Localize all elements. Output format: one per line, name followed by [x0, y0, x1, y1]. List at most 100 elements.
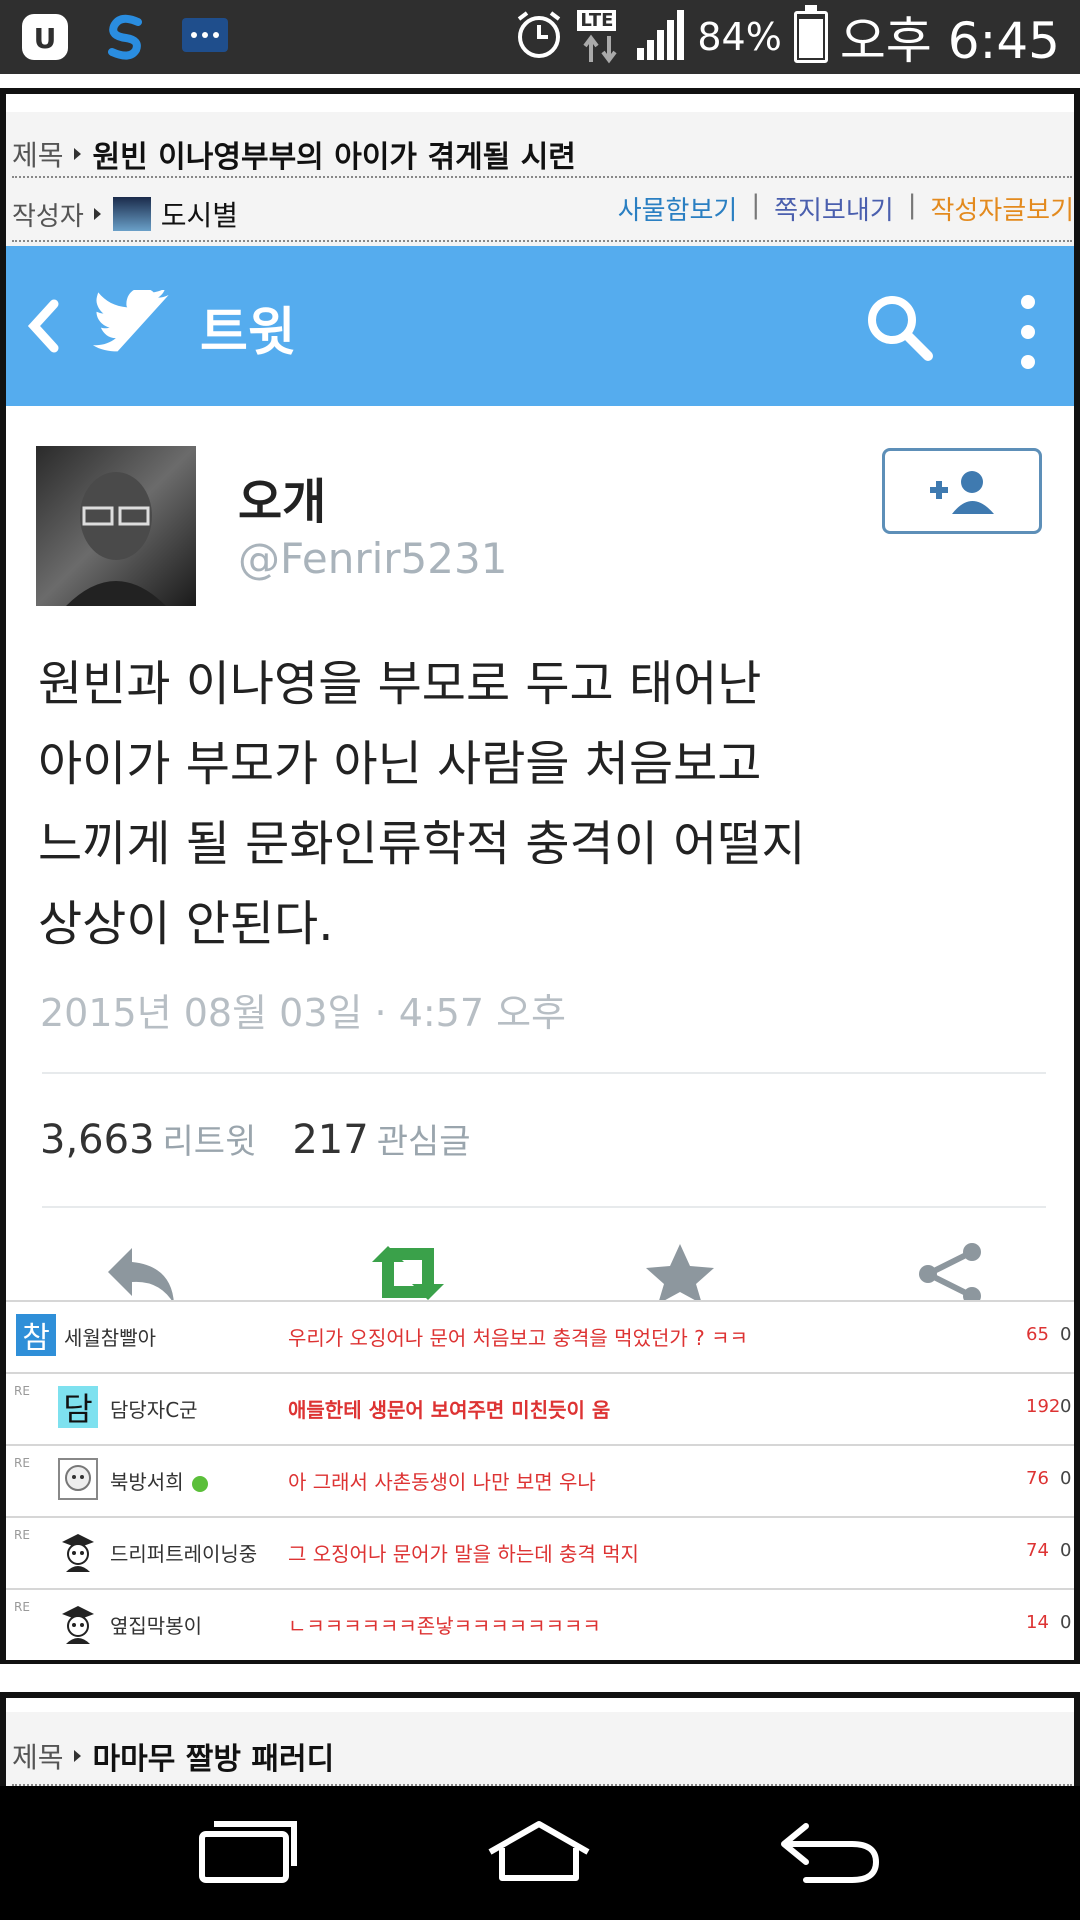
comment-text: 아 그래서 사촌동생이 나만 보면 우나 [288, 1470, 596, 1494]
twitter-header: 트윗 [6, 246, 1074, 406]
user-avatar[interactable] [36, 446, 196, 606]
alarm-icon [513, 9, 565, 65]
author-links: 사물함보기 | 쪽지보내기 | 작성자글보기 [618, 190, 1074, 227]
post-card: 제목 원빈 이나영부부의 아이가 겪게될 시련 작성자 도시별 사물함보기 | … [0, 88, 1080, 1664]
commenter-nickname[interactable]: 세월참빨아 [64, 1322, 156, 1351]
comment-text: 우리가 오징어나 문어 처음보고 충격을 먹었던가 ? ㅋㅋ [288, 1326, 748, 1350]
tweet-stats: 3,663 리트윗 217 관심글 [40, 1114, 499, 1163]
comment-zero: 0 [1060, 1396, 1072, 1417]
search-icon[interactable] [864, 292, 934, 362]
comment-count: 65 [1026, 1324, 1049, 1345]
comment-count: 14 [1026, 1612, 1049, 1633]
locker-link[interactable]: 사물함보기 [618, 190, 738, 227]
uplus-app-icon: U [18, 10, 72, 64]
divider [42, 1206, 1046, 1208]
author-avatar [112, 197, 151, 231]
author-posts-link[interactable]: 작성자글보기 [930, 190, 1074, 227]
skype-icon [98, 10, 152, 64]
user-display-name[interactable]: 오개 [238, 462, 326, 532]
comment-zero: 0 [1060, 1468, 1072, 1489]
commenter-avatar [58, 1458, 98, 1500]
message-icon [178, 10, 232, 64]
retweet-icon[interactable] [368, 1242, 448, 1304]
tweet-text: 원빈과 이나영을 부모로 두고 태어난 아이가 부모가 아닌 사람을 처음보고 … [38, 644, 1038, 964]
comment-count: 74 [1026, 1540, 1049, 1561]
comment-row: 참 세월참빨아 우리가 오징어나 문어 처음보고 충격을 먹었던가 ? ㅋㅋ 6… [6, 1300, 1074, 1372]
reply-marker: RE [14, 1600, 30, 1614]
author-label: 작성자 [12, 201, 84, 232]
comment-zero: 0 [1060, 1540, 1072, 1561]
add-user-icon [930, 471, 994, 514]
share-icon[interactable] [912, 1242, 992, 1304]
comment-row: RE 드리퍼트레이닝중 그 오징어나 문어가 말을 하는데 충격 먹지 74 0 [6, 1516, 1074, 1588]
link-separator: | [751, 190, 761, 220]
commenter-nickname[interactable]: 북방서희 [110, 1466, 208, 1495]
lte-icon: LTE [577, 10, 623, 64]
star-icon[interactable] [640, 1242, 720, 1304]
more-options-icon[interactable] [1016, 292, 1040, 372]
title-label: 제목 [12, 1741, 64, 1774]
comment-count: 192 [1026, 1396, 1061, 1417]
arrow-right-icon [73, 1750, 81, 1762]
back-nav-icon[interactable] [776, 1816, 886, 1886]
battery-fill [798, 19, 823, 58]
battery-icon [793, 5, 828, 63]
divider [42, 1072, 1046, 1074]
commenter-nickname[interactable]: 드리퍼트레이닝중 [110, 1538, 257, 1567]
commenter-avatar: 참 [16, 1314, 56, 1356]
clock: 오후 6:45 [839, 12, 1060, 70]
like-count[interactable]: 217 [292, 1117, 368, 1163]
title-label: 제목 [12, 139, 64, 172]
tweet-line: 아이가 부모가 아닌 사람을 처음보고 [38, 736, 762, 792]
retweet-count[interactable]: 3,663 [40, 1117, 155, 1163]
comment-text: ㄴㅋㅋㅋㅋㅋㅋ존낳ㅋㅋㅋㅋㅋㅋㅋㅋ [288, 1614, 601, 1638]
svg-text:U: U [34, 22, 57, 55]
comment-row: RE 북방서희 아 그래서 사촌동생이 나만 보면 우나 76 0 [6, 1444, 1074, 1516]
reply-marker: RE [14, 1456, 30, 1470]
recent-apps-icon[interactable] [194, 1816, 304, 1886]
comment-row: RE 옆집막봉이 ㄴㅋㅋㅋㅋㅋㅋ존낳ㅋㅋㅋㅋㅋㅋㅋㅋ 14 0 [6, 1588, 1074, 1660]
commenter-avatar: 담 [58, 1386, 98, 1428]
next-post-title[interactable]: 마마무 짤방 패러디 [93, 1734, 335, 1778]
divider [12, 240, 1072, 242]
reply-marker: RE [14, 1528, 30, 1542]
back-icon[interactable] [26, 298, 60, 354]
author-row: 작성자 도시별 [12, 194, 238, 234]
reply-marker: RE [14, 1384, 30, 1398]
retweet-label: 리트윗 [162, 1122, 257, 1162]
post-title-row: 제목 원빈 이나영부부의 아이가 겪게될 시련 [12, 132, 576, 176]
comment-zero: 0 [1060, 1612, 1072, 1633]
send-message-link[interactable]: 쪽지보내기 [774, 190, 894, 227]
signal-icon [635, 8, 685, 66]
comment-row: RE 담 담당자C군 애들한테 생문어 보여주면 미친듯이 움 192 0 [6, 1372, 1074, 1444]
divider [12, 176, 1072, 178]
commenter-nickname[interactable]: 옆집막봉이 [110, 1610, 202, 1639]
reply-icon[interactable] [102, 1242, 182, 1304]
author-name[interactable]: 도시별 [161, 194, 238, 234]
battery-percent: 84% [697, 15, 782, 59]
next-post-card[interactable]: 제목 마마무 짤방 패러디 [0, 1692, 1080, 1792]
next-post-title-row: 제목 마마무 짤방 패러디 [12, 1734, 334, 1778]
tweet-line: 원빈과 이나영을 부모로 두고 태어난 [38, 656, 762, 712]
arrow-right-icon [73, 148, 81, 160]
comment-zero: 0 [1060, 1324, 1072, 1345]
commenter-avatar [58, 1602, 98, 1644]
next-post-header: 제목 마마무 짤방 패러디 [6, 1712, 1074, 1790]
commenter-nickname[interactable]: 담당자C군 [110, 1394, 198, 1423]
twitter-bird-icon [92, 290, 169, 352]
link-separator: | [907, 190, 917, 220]
user-handle[interactable]: @Fenrir5231 [238, 534, 507, 583]
tweet-line: 상상이 안된다. [38, 896, 334, 952]
online-status-icon [191, 1475, 208, 1492]
follow-button[interactable] [882, 448, 1042, 534]
comment-text: 애들한테 생문어 보여주면 미친듯이 움 [288, 1398, 611, 1422]
commenter-avatar [58, 1530, 98, 1572]
like-label: 관심글 [376, 1122, 471, 1162]
comment-list: 참 세월참빨아 우리가 오징어나 문어 처음보고 충격을 먹었던가 ? ㅋㅋ 6… [6, 1300, 1074, 1660]
home-icon[interactable] [484, 1816, 594, 1886]
tweet-timestamp: 2015년 08월 03일 · 4:57 오후 [40, 991, 567, 1035]
commenter-nickname-text: 북방서희 [110, 1470, 184, 1494]
twitter-header-title: 트윗 [200, 303, 296, 363]
lte-label: LTE [577, 10, 617, 31]
tweet-line: 느끼게 될 문화인류학적 충격이 어떨지 [38, 816, 806, 872]
